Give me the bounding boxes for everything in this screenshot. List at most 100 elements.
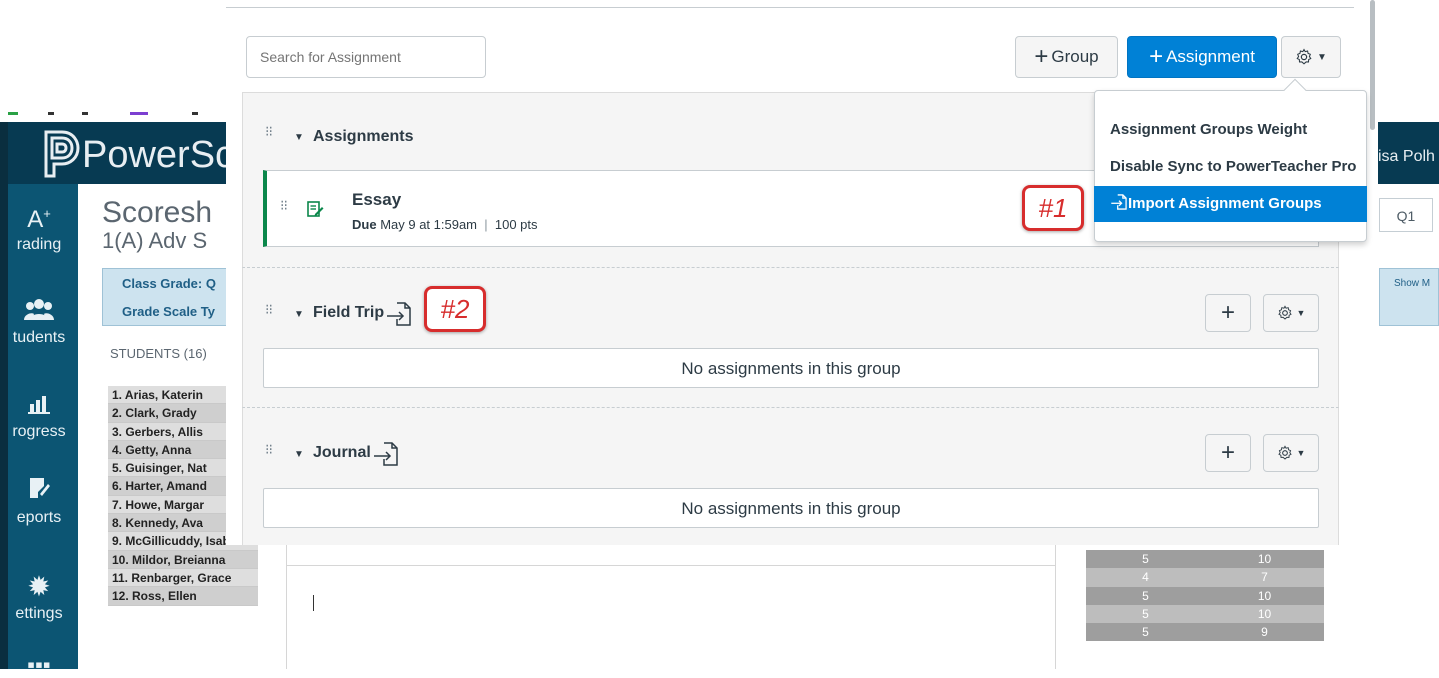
caret-down-icon: ▼ <box>1317 51 1327 63</box>
class-grade-label[interactable]: Class Grade: Q <box>122 276 216 291</box>
empty-group-message: No assignments in this group <box>263 488 1319 528</box>
table-row[interactable]: 11. Renbarger, Grace <box>108 568 258 588</box>
students-header: STUDENTS (16) <box>110 346 207 361</box>
plus-icon: + <box>1220 439 1235 466</box>
score-cell[interactable]: 4 <box>1086 568 1205 586</box>
user-name[interactable]: isa Polh <box>1378 148 1435 166</box>
score-grid: 5 10 47 5 10 5 10 59 <box>1086 550 1324 642</box>
group-settings-button[interactable]: ▼ <box>1263 434 1319 472</box>
students-icon <box>0 296 78 327</box>
plus-icon: + <box>1034 43 1049 70</box>
points: 100 pts <box>494 217 538 232</box>
nav-settings-label: ettings <box>15 605 63 622</box>
plus-icon: + <box>1149 43 1164 70</box>
nav-settings[interactable]: ✹ ettings <box>0 570 78 623</box>
score-cell[interactable]: 10 <box>1205 550 1324 568</box>
nav-progress-label: rogress <box>12 423 66 440</box>
gear-icon <box>1277 445 1292 460</box>
callout-badge: #2 <box>424 286 486 332</box>
gear-icon <box>1296 48 1312 65</box>
nav-students-label: tudents <box>12 329 66 346</box>
reports-icon <box>0 476 78 507</box>
collapse-caret-icon[interactable]: ▼ <box>294 309 304 320</box>
score-cell[interactable]: 10 <box>1205 605 1324 623</box>
drag-handle-icon[interactable]: ⁝⁝ <box>265 302 273 316</box>
table-row[interactable]: 10. Mildor, Breianna <box>108 550 258 569</box>
group-title: Journal <box>313 444 371 461</box>
score-cell[interactable]: 5 <box>1086 623 1205 641</box>
nav-students[interactable]: tudents <box>0 296 78 347</box>
editor-body[interactable] <box>286 565 1056 669</box>
score-cell[interactable]: 7 <box>1205 568 1324 586</box>
import-icon <box>1111 194 1127 210</box>
assignment-title[interactable]: Essay <box>352 190 401 210</box>
import-icon[interactable] <box>372 440 400 468</box>
score-cell[interactable]: 9 <box>1205 623 1324 641</box>
due-date: May 9 at 1:59am <box>380 217 478 232</box>
color-strip <box>130 112 148 115</box>
add-assignment-label: Assignment <box>1166 47 1255 66</box>
add-assignment-button[interactable]: + Assignment <box>1127 36 1277 78</box>
assignment-due: Due May 9 at 1:59am | 100 pts <box>352 217 538 232</box>
drag-handle-icon[interactable]: ⁝⁝ <box>280 198 288 212</box>
add-group-label: Group <box>1051 47 1099 66</box>
color-strip <box>8 112 18 115</box>
class-name: 1(A) Adv S <box>102 228 208 253</box>
callout-badge: #1 <box>1022 185 1084 231</box>
due-label: Due <box>352 217 377 232</box>
color-strip <box>82 112 88 115</box>
menu-item-disable-sync[interactable]: Disable Sync to PowerTeacher Pro <box>1094 149 1367 185</box>
gear-icon <box>1277 305 1292 320</box>
grade-scale-label[interactable]: Grade Scale Ty <box>122 304 215 319</box>
nav-grading-label: rading <box>16 236 62 253</box>
page-title: Scoresh <box>102 196 213 229</box>
menu-item-assignment-groups-weight[interactable]: Assignment Groups Weight <box>1094 112 1367 148</box>
show-more-link[interactable]: Show M <box>1394 278 1430 289</box>
score-cell[interactable]: 5 <box>1086 587 1205 605</box>
table-row: 47 <box>1086 568 1324 587</box>
class-grade-panel-right <box>1379 268 1439 326</box>
score-cell[interactable]: 5 <box>1086 550 1205 568</box>
menu-item-label: Import Assignment Groups <box>1128 195 1322 212</box>
gear-icon: ✹ <box>27 571 51 602</box>
add-assignment-to-group-button[interactable]: + <box>1205 434 1251 472</box>
plus-icon: + <box>1220 299 1235 326</box>
caret-down-icon: ▼ <box>1296 308 1306 318</box>
table-row: 59 <box>1086 623 1324 642</box>
table-row: 5 10 <box>1086 550 1324 569</box>
search-input[interactable] <box>246 36 486 78</box>
nav-progress[interactable]: rogress <box>0 390 78 441</box>
collapse-caret-icon[interactable]: ▼ <box>294 449 304 460</box>
blank-area <box>1324 550 1439 669</box>
menu-item-import-assignment-groups[interactable]: Import Assignment Groups <box>1094 186 1367 222</box>
import-icon[interactable] <box>385 300 413 328</box>
scrollbar[interactable] <box>1370 0 1375 130</box>
caret-down-icon: ▼ <box>1296 448 1306 458</box>
chart-icon <box>0 390 78 421</box>
table-row[interactable]: 12. Ross, Ellen <box>108 587 258 606</box>
add-group-button[interactable]: + Group <box>1015 36 1118 78</box>
term-selector[interactable]: Q1 <box>1379 198 1433 232</box>
drag-handle-icon[interactable]: ⁝⁝ <box>265 124 273 138</box>
nav-reports[interactable]: eports <box>0 476 78 527</box>
apps-icon[interactable]: ▪▪▪ <box>0 652 78 678</box>
powerschool-logo-icon <box>44 130 80 178</box>
group-settings-button[interactable]: ▼ <box>1263 294 1319 332</box>
a-plus-icon: A+ <box>27 206 51 233</box>
table-row: 5 10 <box>1086 586 1324 605</box>
add-assignment-to-group-button[interactable]: + <box>1205 294 1251 332</box>
nav-grading[interactable]: A+ rading <box>0 206 78 254</box>
score-cell[interactable]: 10 <box>1205 587 1324 605</box>
drag-handle-icon[interactable]: ⁝⁝ <box>265 442 273 456</box>
table-row: 5 10 <box>1086 604 1324 624</box>
settings-menu-button[interactable]: ▼ <box>1281 36 1341 78</box>
assignment-icon <box>307 201 324 217</box>
group-title: Field Trip <box>313 304 385 321</box>
collapse-caret-icon[interactable]: ▼ <box>294 132 304 143</box>
score-cell[interactable]: 5 <box>1086 605 1205 623</box>
group-title: Assignments <box>313 128 414 145</box>
color-strip <box>48 112 54 115</box>
color-strip <box>192 112 198 115</box>
nav-reports-label: eports <box>16 509 62 526</box>
text-caret <box>313 595 314 611</box>
